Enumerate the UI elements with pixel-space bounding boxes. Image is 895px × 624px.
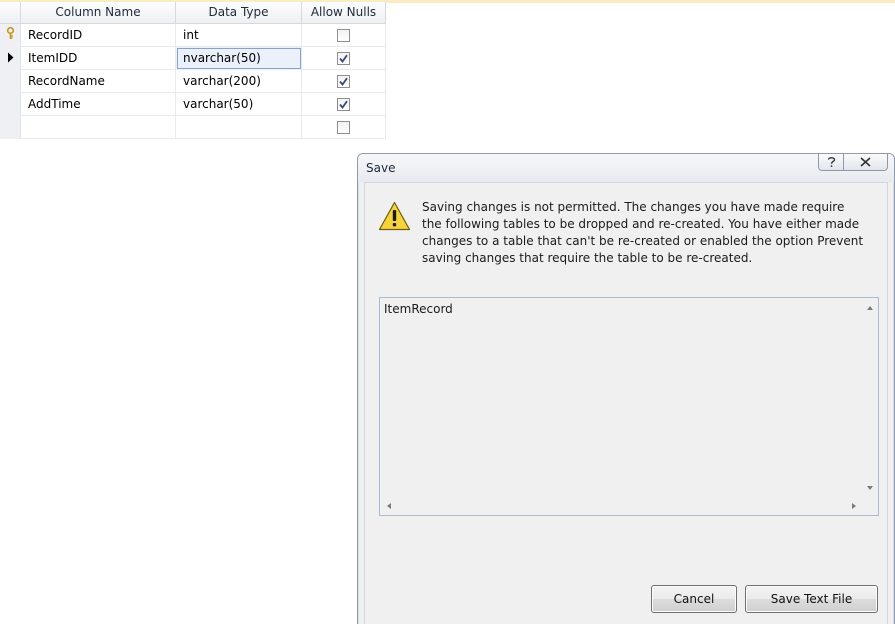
cancel-button[interactable]: Cancel: [651, 585, 737, 613]
row-selector[interactable]: [0, 116, 21, 139]
allow-nulls-checkbox[interactable]: [337, 121, 350, 134]
column-name-cell[interactable]: [21, 116, 176, 139]
data-type-header[interactable]: Data Type: [176, 2, 302, 24]
checkmark-icon: [339, 54, 348, 63]
column-name-header[interactable]: Column Name: [21, 2, 176, 24]
table-row: AddTime varchar(50): [0, 93, 386, 116]
row-selector[interactable]: [0, 47, 21, 70]
row-selector[interactable]: [0, 24, 21, 47]
scrollbar-corner: [861, 498, 878, 515]
table-row: RecordID int: [0, 24, 386, 47]
column-name-cell[interactable]: AddTime: [21, 93, 176, 116]
checkmark-icon: [339, 100, 348, 109]
dialog-titlebar[interactable]: Save: [358, 154, 894, 182]
column-name-cell[interactable]: ItemIDD: [21, 47, 176, 70]
allow-nulls-checkbox[interactable]: [337, 29, 350, 42]
allow-nulls-cell[interactable]: [302, 93, 386, 116]
save-dialog: Save Saving changes is not permitted. Th…: [357, 153, 895, 624]
titlebar-buttons: [818, 154, 888, 171]
help-button[interactable]: [818, 154, 844, 171]
scroll-left-icon[interactable]: [387, 503, 391, 509]
checkmark-icon: [339, 77, 348, 86]
allow-nulls-cell[interactable]: [302, 70, 386, 93]
column-name-cell[interactable]: RecordID: [21, 24, 176, 47]
warning-icon: [378, 201, 411, 234]
allow-nulls-checkbox-checked[interactable]: [337, 98, 350, 111]
row-selector-header: [0, 2, 21, 24]
data-type-cell-active[interactable]: nvarchar(50): [176, 47, 302, 70]
row-selector[interactable]: [0, 93, 21, 116]
dialog-client-area: Saving changes is not permitted. The cha…: [364, 182, 888, 624]
scroll-right-icon[interactable]: [852, 503, 856, 509]
table-designer-grid: Column Name Data Type Allow Nulls Record…: [0, 2, 386, 139]
dialog-message: Saving changes is not permitted. The cha…: [422, 200, 864, 265]
vertical-scrollbar[interactable]: [861, 298, 878, 498]
dialog-title: Save: [366, 161, 396, 175]
primary-key-icon: [6, 25, 15, 47]
allow-nulls-header[interactable]: Allow Nulls: [302, 2, 386, 24]
scroll-up-icon[interactable]: [867, 306, 873, 310]
table-row: RecordName varchar(200): [0, 70, 386, 93]
close-icon: [860, 157, 871, 167]
data-type-cell[interactable]: varchar(50): [176, 93, 302, 116]
allow-nulls-cell[interactable]: [302, 47, 386, 70]
save-text-file-button[interactable]: Save Text File: [745, 585, 878, 613]
row-selector[interactable]: [0, 70, 21, 93]
data-type-cell[interactable]: varchar(200): [176, 70, 302, 93]
data-type-cell[interactable]: [176, 116, 302, 139]
affected-tables-text: ItemRecord: [384, 302, 453, 316]
allow-nulls-checkbox-checked[interactable]: [337, 75, 350, 88]
table-row-new: [0, 116, 386, 139]
grid-header: Column Name Data Type Allow Nulls: [0, 2, 386, 24]
allow-nulls-checkbox-checked[interactable]: [337, 52, 350, 65]
allow-nulls-cell[interactable]: [302, 24, 386, 47]
column-name-cell[interactable]: RecordName: [21, 70, 176, 93]
help-icon: [827, 157, 835, 167]
allow-nulls-cell[interactable]: [302, 116, 386, 139]
affected-tables-textbox[interactable]: ItemRecord: [379, 297, 879, 516]
close-button[interactable]: [844, 154, 888, 171]
horizontal-scrollbar[interactable]: [380, 498, 863, 515]
scroll-down-icon[interactable]: [867, 486, 873, 490]
current-row-arrow-icon: [7, 48, 14, 70]
table-row: ItemIDD nvarchar(50): [0, 47, 386, 70]
data-type-cell[interactable]: int: [176, 24, 302, 47]
